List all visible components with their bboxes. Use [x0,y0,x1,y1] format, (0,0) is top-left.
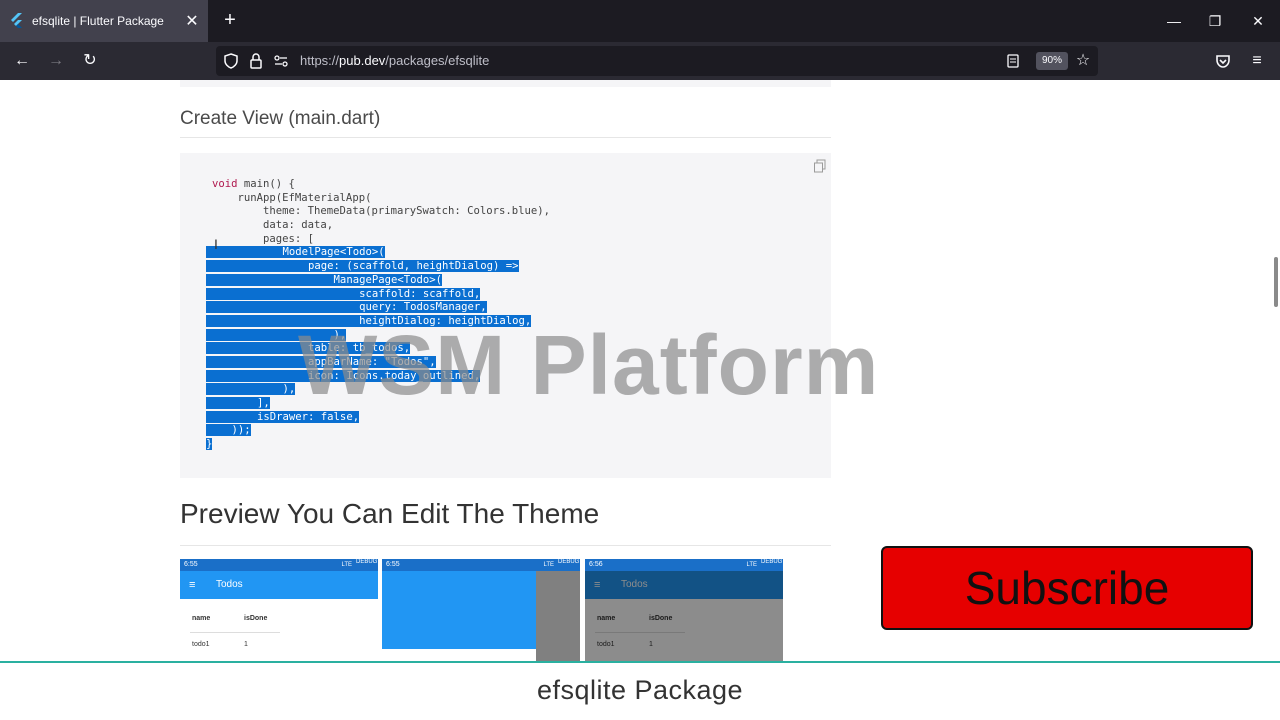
code-line: ManagePage<Todo>( [206,273,442,286]
preview-screenshot-1: 6:55 LTE DEBUG ≡ Todos name isDone todo1 1 [180,559,378,661]
code-line: data: data, [212,219,334,232]
debug-banner: DEBUG [761,559,783,565]
flutter-icon [11,13,22,28]
page-content: Create View (main.dart) void main() { ru… [0,80,1280,720]
code-line: } [206,438,213,451]
code-block[interactable]: void main() { runApp(EfMaterialApp( them… [180,153,831,478]
code-line: void main() { [212,178,295,190]
cell-name: todo1 [192,641,210,648]
menu-icon[interactable]: ≡ [1244,48,1270,74]
lock-icon[interactable] [247,52,265,70]
code-line: page: (scaffold, heightDialog) => [206,260,519,273]
code-line: theme: ThemeData(primarySwatch: Colors.b… [212,205,551,218]
row-divider [190,632,280,633]
code-line: )); [206,424,251,437]
code-line: scaffold: scaffold, [206,287,481,300]
window-close-icon[interactable]: ✕ [1246,10,1270,32]
watermark: WSM Platform [298,318,880,412]
app-bar: ≡ Todos [180,571,378,599]
preview-screenshot-2: 6:55 LTE DEBUG [382,559,580,661]
url-text[interactable]: https://pub.dev/packages/efsqlite [300,53,489,68]
status-network: LTE [746,562,757,568]
forward-icon[interactable]: → [43,48,69,74]
scrim [536,571,580,661]
url-bar[interactable]: https://pub.dev/packages/efsqlite 90% ☆ [216,46,1098,76]
minimize-icon[interactable]: — [1162,10,1186,32]
column-header-name: name [192,615,211,622]
tab-close-icon[interactable]: ✕ [180,11,204,31]
code-line: ModelPage<Todo>( [206,246,385,259]
code-line: query: TodosManager, [206,301,487,314]
preview-heading: Preview You Can Edit The Theme [180,498,600,529]
video-caption-bar: efsqlite Package [0,661,1280,720]
caption-title: efsqlite Package [536,675,744,705]
status-network: LTE [543,562,554,568]
preview-divider [180,545,831,546]
pocket-icon[interactable] [1210,48,1236,74]
scrim [585,571,783,661]
code-line: runApp(EfMaterialApp( [212,191,372,204]
bookmark-star-icon[interactable]: ☆ [1074,52,1092,70]
debug-banner: DEBUG [356,559,378,565]
cell-isdone: 1 [244,641,248,648]
restore-icon[interactable]: ❐ [1203,10,1227,32]
hamburger-menu-icon: ≡ [189,579,196,591]
back-icon[interactable]: ← [9,48,35,74]
debug-banner: DEBUG [558,559,580,565]
zoom-level-button[interactable]: 90% [1036,52,1068,70]
permissions-icon[interactable] [272,52,290,70]
status-network: LTE [341,562,352,568]
text-cursor-icon: I [214,236,218,252]
reload-icon[interactable]: ↻ [77,48,103,74]
previous-code-block [180,80,831,87]
dialog-panel [382,571,536,649]
status-bar: 6:56 LTE [585,559,783,571]
shield-icon[interactable] [222,52,240,70]
column-header-isdone: isDone [244,615,268,622]
browser-tab[interactable]: efsqlite | Flutter Package ✕ [0,0,208,42]
tab-bar: efsqlite | Flutter Package ✕ + — ❐ ✕ [0,0,1280,42]
tab-title: efsqlite | Flutter Package [32,14,164,28]
subscribe-button[interactable]: Subscribe [881,546,1253,630]
status-bar: 6:55 LTE [180,559,378,571]
scrollbar-thumb[interactable] [1274,257,1278,307]
section-heading: Create View (main.dart) [180,108,381,129]
copy-icon[interactable] [813,159,827,173]
preview-screenshot-3: 6:56 LTE DEBUG ≡ Todos name isDone todo1 1 [585,559,783,661]
code-line: pages: [ [212,232,315,245]
heading-divider [180,137,831,138]
status-bar: 6:55 LTE [382,559,580,571]
new-tab-button[interactable]: + [218,9,242,33]
navigation-toolbar: ← → ↻ https://pub.dev/packages/efsqlite … [0,42,1280,80]
reader-view-icon[interactable] [1004,52,1022,70]
